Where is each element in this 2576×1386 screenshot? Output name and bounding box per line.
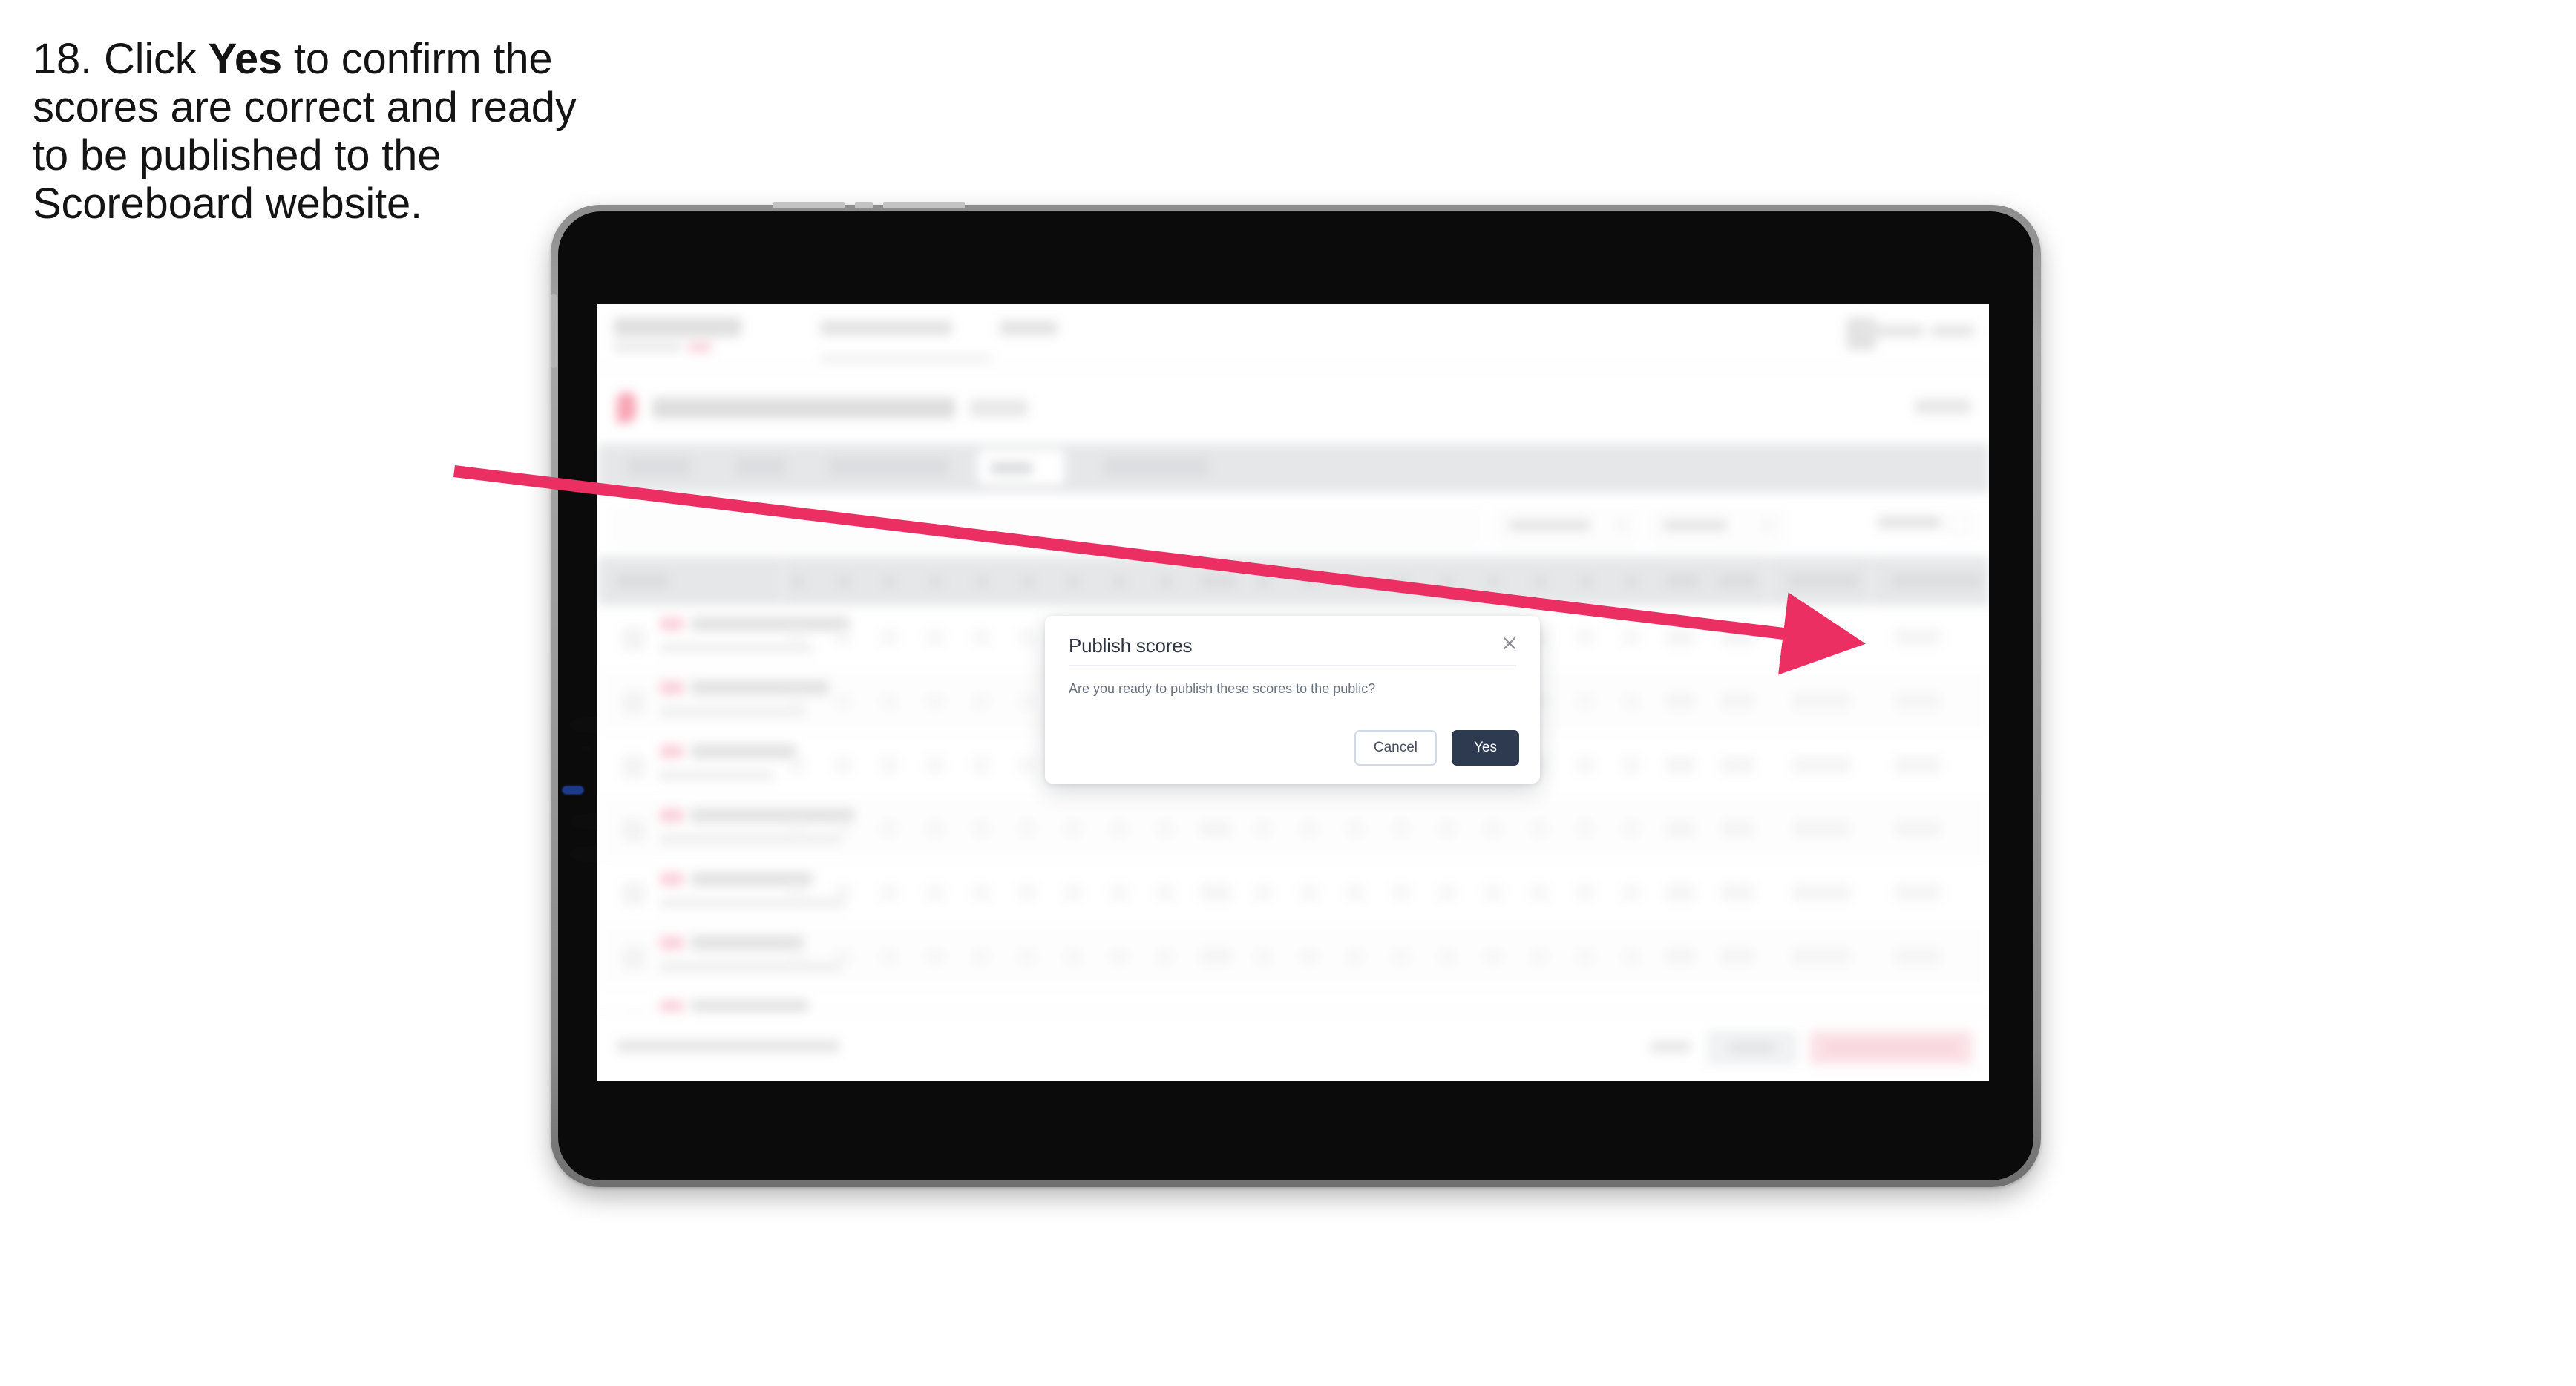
instruction-lead: Click <box>103 35 197 83</box>
dialog-title: Publish scores <box>1069 634 1193 657</box>
instruction-text: 18. Click Yes to confirm the scores are … <box>33 35 582 229</box>
instruction-number: 18. <box>33 35 93 83</box>
device-mic-hole <box>580 746 592 751</box>
device-top-nub-mid <box>855 202 873 208</box>
dialog-actions: Cancel Yes <box>1354 730 1519 766</box>
status-led <box>563 786 583 794</box>
device-top-nub-right <box>883 202 965 208</box>
close-icon[interactable] <box>1497 631 1522 656</box>
cancel-button[interactable]: Cancel <box>1354 730 1437 766</box>
dialog-message: Are you ready to publish these scores to… <box>1069 681 1376 696</box>
instruction-emphasis: Yes <box>208 35 283 83</box>
device-top-nub-left <box>773 202 845 208</box>
yes-button[interactable]: Yes <box>1452 730 1519 766</box>
device-left-antenna-strip <box>551 294 557 368</box>
publish-scores-dialog: Publish scores Are you ready to publish … <box>1045 616 1540 784</box>
dialog-divider <box>1069 665 1516 666</box>
